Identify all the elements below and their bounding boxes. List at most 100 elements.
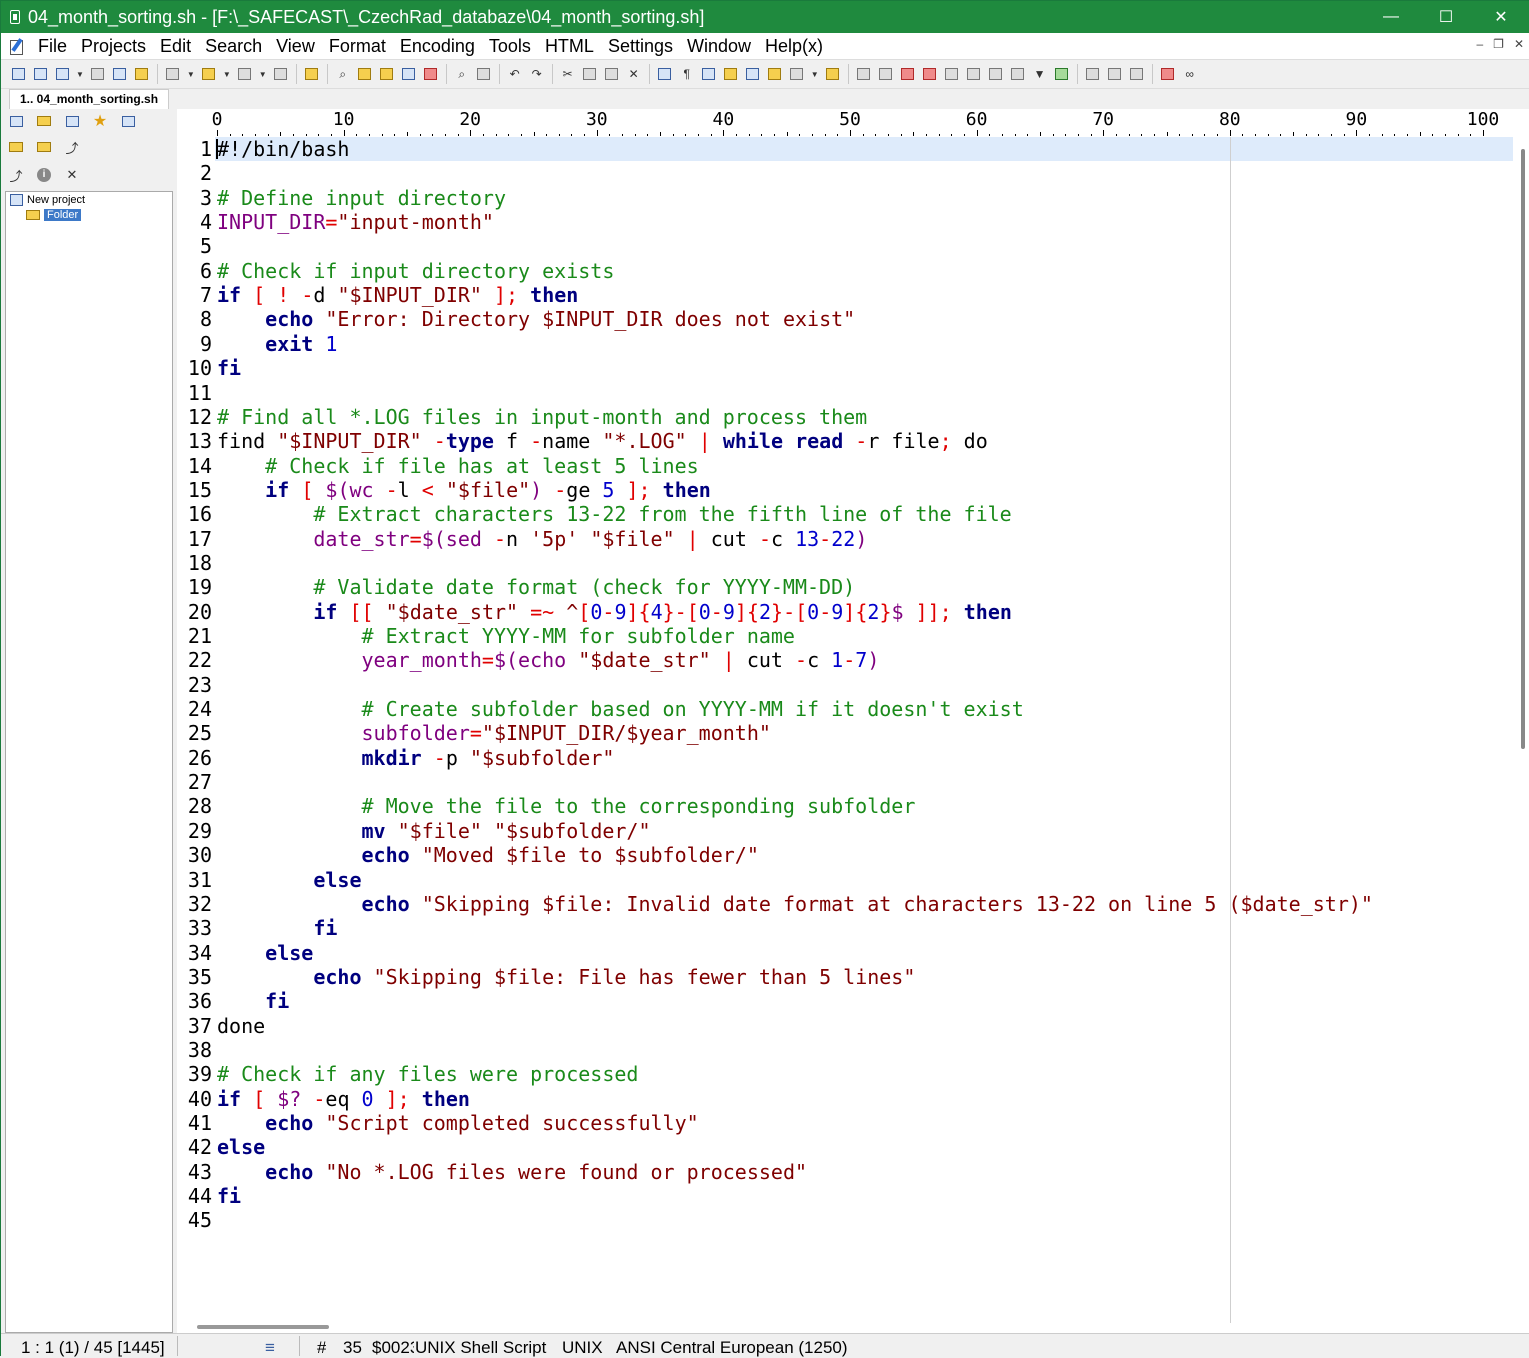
line-number[interactable]: 17 bbox=[188, 527, 212, 551]
code-line[interactable]: if [[ "$date_str" =~ ^[0-9]{4}-[0-9]{2}-… bbox=[217, 600, 1012, 624]
menu-help[interactable]: Help(x) bbox=[758, 36, 830, 57]
code-line[interactable]: echo "No *.LOG files were found or proce… bbox=[217, 1160, 807, 1184]
new-document-icon[interactable] bbox=[164, 65, 182, 83]
line-number[interactable]: 45 bbox=[188, 1208, 212, 1232]
undo-icon[interactable]: ↶ bbox=[506, 65, 524, 83]
file-encoding[interactable]: ANSI Central European (1250) bbox=[616, 1338, 848, 1358]
line-numbers-icon[interactable] bbox=[744, 65, 762, 83]
line-number[interactable]: 35 bbox=[188, 965, 212, 989]
run-icon[interactable] bbox=[1084, 65, 1102, 83]
outdent-icon[interactable] bbox=[877, 65, 895, 83]
save-icon[interactable] bbox=[236, 65, 254, 83]
goto-icon[interactable] bbox=[400, 65, 418, 83]
cut-icon[interactable]: ✂ bbox=[559, 65, 577, 83]
line-number[interactable]: 43 bbox=[188, 1160, 212, 1184]
line-number[interactable]: 12 bbox=[188, 405, 212, 429]
log-icon[interactable] bbox=[111, 65, 129, 83]
open-folder-icon[interactable] bbox=[200, 65, 218, 83]
line-number[interactable]: 2 bbox=[200, 161, 212, 185]
code-line[interactable]: # Validate date format (check for YYYY-M… bbox=[217, 575, 855, 599]
menu-projects[interactable]: Projects bbox=[74, 36, 153, 57]
play-macro-icon[interactable]: ∞ bbox=[1181, 65, 1199, 83]
menu-encoding[interactable]: Encoding bbox=[393, 36, 482, 57]
indent-icon[interactable] bbox=[855, 65, 873, 83]
paste-icon[interactable] bbox=[603, 65, 621, 83]
code-line[interactable]: #!/bin/bash bbox=[217, 137, 349, 161]
line-number[interactable]: 4 bbox=[200, 210, 212, 234]
code-line[interactable]: else bbox=[217, 868, 361, 892]
chevron-down-icon[interactable]: ▼ bbox=[259, 70, 267, 79]
line-number[interactable]: 5 bbox=[200, 234, 212, 258]
clone-window-icon[interactable] bbox=[31, 65, 49, 83]
color-icon[interactable] bbox=[899, 65, 917, 83]
code-line[interactable]: # Extract YYYY-MM for subfolder name bbox=[217, 624, 795, 648]
line-number[interactable]: 40 bbox=[188, 1087, 212, 1111]
tab-04-month-sorting[interactable]: 1.. 04_month_sorting.sh bbox=[9, 89, 170, 109]
line-number[interactable]: 30 bbox=[188, 843, 212, 867]
record-macro-icon[interactable] bbox=[1159, 65, 1177, 83]
tag-icon[interactable] bbox=[987, 65, 1005, 83]
pilcrow-icon[interactable]: ¶ bbox=[678, 65, 696, 83]
folder-icon[interactable] bbox=[35, 113, 53, 129]
menu-edit[interactable]: Edit bbox=[153, 36, 198, 57]
line-ending[interactable]: UNIX bbox=[562, 1338, 603, 1358]
find-replace-icon[interactable] bbox=[356, 65, 374, 83]
code-line[interactable]: fi bbox=[217, 1184, 241, 1208]
delete-icon[interactable]: ✕ bbox=[625, 65, 643, 83]
menu-html[interactable]: HTML bbox=[538, 36, 601, 57]
line-number[interactable]: 32 bbox=[188, 892, 212, 916]
ruler-icon[interactable] bbox=[700, 65, 718, 83]
line-number[interactable]: 22 bbox=[188, 648, 212, 672]
code-line[interactable]: echo "Error: Directory $INPUT_DIR does n… bbox=[217, 307, 855, 331]
print-icon[interactable] bbox=[475, 65, 493, 83]
code-line[interactable]: mv "$file" "$subfolder/" bbox=[217, 819, 651, 843]
code-line[interactable]: done bbox=[217, 1014, 265, 1038]
line-number[interactable]: 26 bbox=[188, 746, 212, 770]
favorites-star-icon[interactable]: ★ bbox=[91, 113, 109, 130]
code-line[interactable]: fi bbox=[217, 916, 337, 940]
line-number[interactable]: 10 bbox=[188, 356, 212, 380]
code-line[interactable]: find "$INPUT_DIR" -type f -name "*.LOG" … bbox=[217, 429, 988, 453]
add-folder-icon[interactable] bbox=[7, 139, 25, 155]
code-line[interactable]: subfolder="$INPUT_DIR/$year_month" bbox=[217, 721, 771, 745]
line-number[interactable]: 27 bbox=[188, 770, 212, 794]
wrap-icon[interactable]: ≡ bbox=[265, 1338, 275, 1358]
code-line[interactable]: # Check if any files were processed bbox=[217, 1062, 638, 1086]
ftp-icon[interactable] bbox=[63, 113, 81, 129]
line-number[interactable]: 6 bbox=[200, 259, 212, 283]
code-line[interactable]: # Move the file to the corresponding sub… bbox=[217, 794, 916, 818]
code-line[interactable]: fi bbox=[217, 356, 241, 380]
line-number[interactable]: 21 bbox=[188, 624, 212, 648]
code-line[interactable]: else bbox=[217, 1135, 265, 1159]
line-number[interactable]: 44 bbox=[188, 1184, 212, 1208]
encoding-icon[interactable] bbox=[788, 65, 806, 83]
line-number[interactable]: 23 bbox=[188, 673, 212, 697]
code-line[interactable]: # Define input directory bbox=[217, 186, 506, 210]
menu-search[interactable]: Search bbox=[198, 36, 269, 57]
open-remote-icon[interactable] bbox=[89, 65, 107, 83]
rgb-icon[interactable] bbox=[965, 65, 983, 83]
code-line[interactable]: INPUT_DIR="input-month" bbox=[217, 210, 494, 234]
menu-tools[interactable]: Tools bbox=[482, 36, 538, 57]
line-number[interactable]: 15 bbox=[188, 478, 212, 502]
line-number[interactable]: 14 bbox=[188, 454, 212, 478]
line-number[interactable]: 8 bbox=[200, 307, 212, 331]
chevron-down-icon[interactable]: ▼ bbox=[76, 70, 84, 79]
minimize-button[interactable]: — bbox=[1363, 1, 1419, 33]
find-icon[interactable]: ⌕ bbox=[334, 65, 352, 83]
palette-icon[interactable] bbox=[921, 65, 939, 83]
bookmark-icon[interactable] bbox=[422, 65, 440, 83]
code-line[interactable]: echo "Skipping $file: Invalid date forma… bbox=[217, 892, 1373, 916]
menu-file[interactable]: File bbox=[31, 36, 74, 57]
projects-icon[interactable] bbox=[7, 113, 25, 129]
line-number[interactable]: 39 bbox=[188, 1062, 212, 1086]
save-all-icon[interactable] bbox=[272, 65, 290, 83]
preview-icon[interactable]: ⌕ bbox=[453, 65, 471, 83]
chevron-down-icon[interactable]: ▼ bbox=[223, 70, 231, 79]
tree-item-project[interactable]: New project bbox=[10, 194, 85, 206]
project-icon[interactable] bbox=[303, 65, 321, 83]
code-line[interactable]: date_str=$(sed -n '5p' "$file" | cut -c … bbox=[217, 527, 867, 551]
code-line[interactable]: echo "Moved $file to $subfolder/" bbox=[217, 843, 759, 867]
code-line[interactable]: fi bbox=[217, 989, 289, 1013]
html-text-icon[interactable] bbox=[943, 65, 961, 83]
